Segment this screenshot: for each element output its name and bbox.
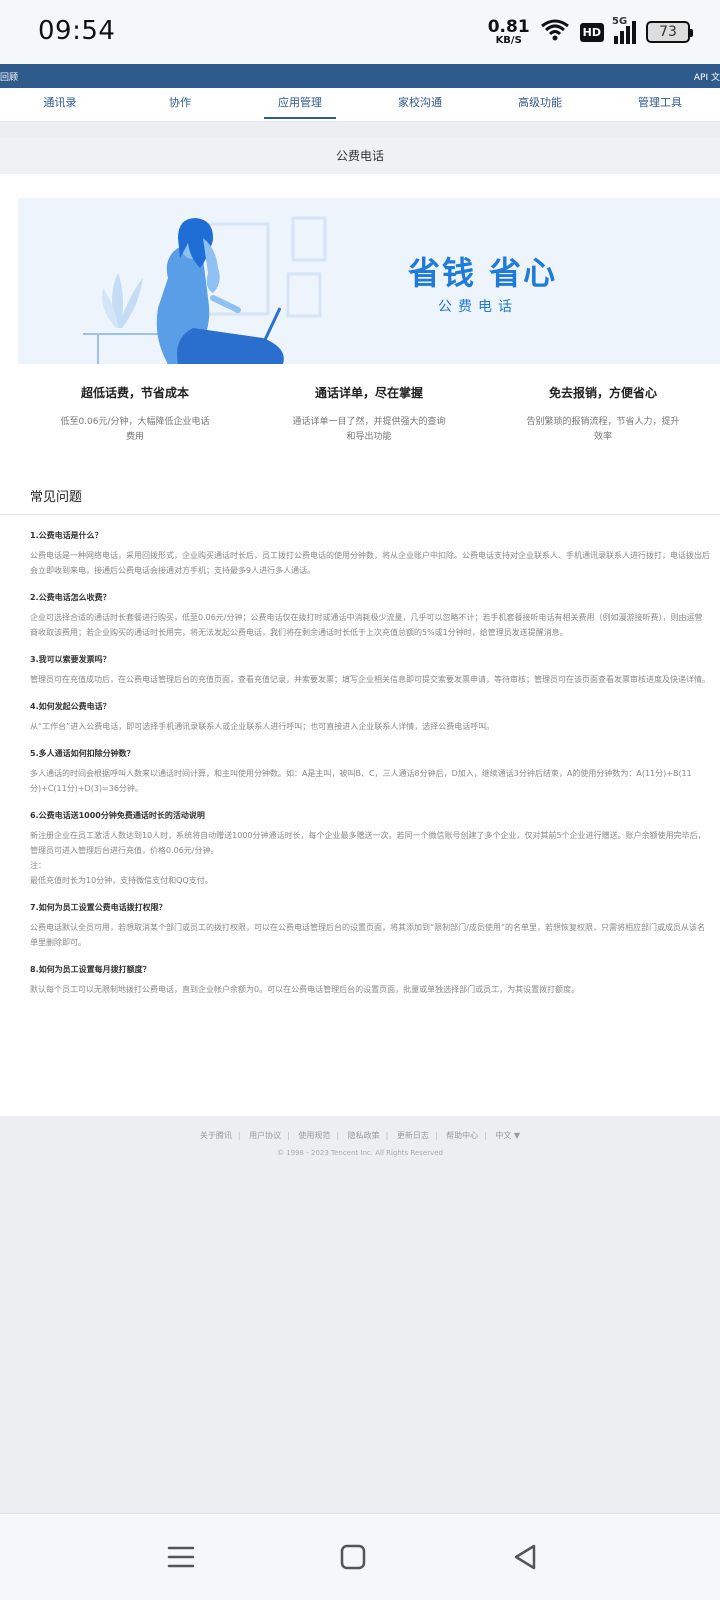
faq-answer: 从“工作台”进入公费电话，即可选择手机通讯录联系人或企业联系人进行呼叫；也可直接… <box>30 722 495 731</box>
feature-title: 免去报销，方便省心 <box>548 386 657 400</box>
banner-subtitle: 公费电话 <box>438 299 518 315</box>
network-type: 5G <box>612 16 628 27</box>
faq-answer: 企业可选择合适的通话时长套餐进行购买，低至0.06元/分钟；公费电话仅在拨打时或… <box>30 613 703 637</box>
tab-advanced-features[interactable]: 高级功能 <box>480 88 600 121</box>
faq-question: 1.公费电话是什么？ <box>30 531 103 540</box>
footer-link-help[interactable]: 帮助中心 <box>446 1131 478 1140</box>
hd-badge: HD <box>579 22 604 42</box>
faq-answer: 多人通话的时间会根据呼叫人数来以通话时间计算，和主叫使用分钟数。如：A是主叫，被… <box>30 769 692 793</box>
faq-answer: 公费电话默认全员可用，若想取消某个部门或员工的拨打权限，可以在公费电话管理后台的… <box>30 923 705 947</box>
tab-collaboration[interactable]: 协作 <box>120 88 240 121</box>
top-bar-left-link[interactable]: 回顾 <box>0 70 18 83</box>
footer-link-agreement[interactable]: 用户协议 <box>249 1131 281 1140</box>
faq-item: 5.多人通话如何扣除分钟数？ 多人通话的时间会根据呼叫人数来以通话时间计算，和主… <box>30 748 710 796</box>
faq-item: 6.公费电话送1000分钟免费通话时长的活动说明 新注册企业在员工激活人数达到1… <box>30 810 710 888</box>
wifi-icon <box>540 18 570 46</box>
battery-icon: 73 <box>646 21 693 43</box>
tab-admin-tools[interactable]: 管理工具 <box>600 88 720 121</box>
faq-question: 6.公费电话送1000分钟免费通话时长的活动说明 <box>30 811 205 820</box>
footer-link-privacy[interactable]: 隐私政策 <box>348 1131 380 1140</box>
menu-icon[interactable] <box>166 1542 196 1572</box>
promo-banner: 省钱 省心 公费电话 <box>18 198 720 364</box>
faq-question: 2.公费电话怎么收费？ <box>30 593 111 602</box>
faq-answer: 管理员可在充值成功后，在公费电话管理后台的充值页面，查看充值记录，并索要发票；填… <box>30 675 710 684</box>
main-nav: 通讯录 协作 应用管理 家校沟通 高级功能 管理工具 <box>0 88 720 122</box>
faq-question: 7.如何为员工设置公费电话拨打权限？ <box>30 903 167 912</box>
admin-top-bar: 回顾 API 文 <box>0 64 720 88</box>
faq-item: 2.公费电话怎么收费？ 企业可选择合适的通话时长套餐进行购买，低至0.06元/分… <box>30 592 710 640</box>
faq-answer: 公费电话是一种网络电话，采用回拨形式，企业购买通话时长后，员工拨打公费电话的使用… <box>30 551 710 575</box>
footer-link-changelog[interactable]: 更新日志 <box>397 1131 429 1140</box>
battery-level: 73 <box>659 24 677 40</box>
tab-contacts[interactable]: 通讯录 <box>0 88 120 121</box>
feature-desc: 通话详单一目了然，并提供强大的查询和导出功能 <box>292 417 446 442</box>
signal-icon: 5G <box>612 16 636 44</box>
feature-no-reimbursement: 免去报销，方便省心 告别繁琐的报销流程，节省人力，提升效率 <box>486 384 720 445</box>
feature-list: 超低话费，节省成本 低至0.06元/分钟，大幅降低企业电话费用 通话详单，尽在掌… <box>18 384 720 445</box>
top-bar-api-link[interactable]: API 文 <box>694 70 720 83</box>
feature-desc: 低至0.06元/分钟，大幅降低企业电话费用 <box>60 417 210 442</box>
language-select[interactable]: 中文 ▼ <box>495 1131 520 1140</box>
faq-question: 5.多人通话如何扣除分钟数？ <box>30 749 135 758</box>
faq-question: 4.如何发起公费电话？ <box>30 702 111 711</box>
net-speed-value: 0.81 <box>487 16 530 37</box>
faq-answer: 默认每个员工可以无限制地拨打公费电话，直到企业帐户余额为0。可以在公费电话管理后… <box>30 985 580 994</box>
faq-item: 1.公费电话是什么？ 公费电话是一种网络电话，采用回拨形式，企业购买通话时长后，… <box>30 530 710 578</box>
faq-question: 8.如何为员工设置每月拨打额度？ <box>30 965 151 974</box>
net-speed-unit: KB/S <box>495 34 522 46</box>
back-triangle-icon[interactable] <box>510 1542 540 1572</box>
status-indicators: 0.81 KB/S HD 5G 73 <box>487 16 693 48</box>
feature-low-cost: 超低话费，节省成本 低至0.06元/分钟，大幅降低企业电话费用 <box>18 384 252 445</box>
faq-answer: 新注册企业在员工激活人数达到10人时，系统将自动赠送1000分钟通话时长，每个企… <box>30 831 706 885</box>
banner-title: 省钱 省心 <box>408 254 558 292</box>
tab-school-communication[interactable]: 家校沟通 <box>360 88 480 121</box>
feature-call-details: 通话详单，尽在掌握 通话详单一目了然，并提供强大的查询和导出功能 <box>252 384 486 445</box>
faq-list: 1.公费电话是什么？ 公费电话是一种网络电话，采用回拨形式，企业购买通话时长后，… <box>30 530 710 1011</box>
main-content: 省钱 省心 公费电话 超低话费，节省成本 低至0.06元/分钟，大幅降低企业电话… <box>0 174 720 1116</box>
home-square-icon[interactable] <box>338 1542 368 1572</box>
footer-link-usage[interactable]: 使用规范 <box>298 1131 330 1140</box>
page-footer: 关于腾讯 | 用户协议 | 使用规范 | 隐私政策 | 更新日志 | 帮助中心 | 中文 ▼… <box>0 1130 720 1157</box>
feature-desc: 告别繁琐的报销流程，节省人力，提升效率 <box>526 417 680 442</box>
status-bar: 09:54 0.81 KB/S HD 5G 73 <box>0 0 720 64</box>
page-title: 公费电话 <box>0 138 720 174</box>
footer-copyright: © 1998 - 2023 Tencent Inc. All Rights Re… <box>276 1149 444 1157</box>
feature-title: 超低话费，节省成本 <box>80 386 189 400</box>
faq-item: 7.如何为员工设置公费电话拨打权限？ 公费电话默认全员可用，若想取消某个部门或员… <box>30 902 710 950</box>
footer-link-about[interactable]: 关于腾讯 <box>200 1131 232 1140</box>
status-time: 09:54 <box>38 16 116 46</box>
feature-title: 通话详单，尽在掌握 <box>314 386 423 400</box>
faq-item: 3.我可以索要发票吗？ 管理员可在充值成功后，在公费电话管理后台的充值页面，查看… <box>30 654 710 687</box>
faq-item: 8.如何为员工设置每月拨打额度？ 默认每个员工可以无限制地拨打公费电话，直到企业… <box>30 964 710 997</box>
faq-heading: 常见问题 <box>30 490 83 505</box>
tab-app-management[interactable]: 应用管理 <box>240 88 360 121</box>
divider <box>0 514 720 515</box>
system-navigation-bar <box>0 1513 720 1600</box>
faq-question: 3.我可以索要发票吗？ <box>30 655 111 664</box>
faq-item: 4.如何发起公费电话？ 从“工作台”进入公费电话，即可选择手机通讯录联系人或企业… <box>30 701 710 734</box>
net-speed: 0.81 KB/S <box>487 16 530 46</box>
footer-links: 关于腾讯 | 用户协议 | 使用规范 | 隐私政策 | 更新日志 | 帮助中心 | 中文 ▼ <box>199 1131 521 1140</box>
banner-illustration <box>83 216 327 364</box>
